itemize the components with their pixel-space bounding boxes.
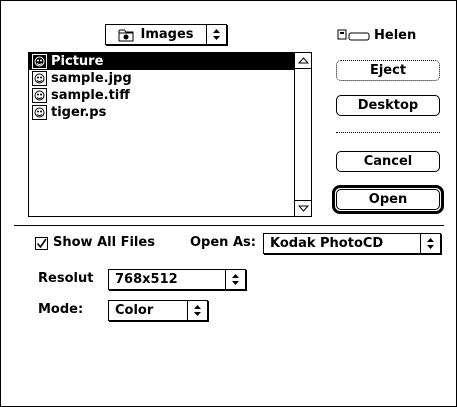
resolution-value: 768x512	[115, 272, 178, 287]
checkmark-icon	[36, 238, 47, 249]
resolution-label: Resolut	[38, 271, 94, 286]
open-as-value: Kodak PhotoCD	[270, 236, 384, 251]
mode-value: Color	[115, 303, 154, 318]
eject-button[interactable]: Eject	[336, 60, 440, 81]
resolution-popup[interactable]: 768x512	[108, 269, 246, 290]
picture-file-icon	[32, 105, 47, 120]
file-name: sample.jpg	[51, 71, 132, 86]
picture-file-icon	[32, 88, 47, 103]
picture-file-icon	[32, 54, 47, 69]
up-down-arrows-icon	[420, 234, 440, 253]
open-button[interactable]: Open	[336, 189, 440, 210]
file-list-items: Picture sample.jpg sample.tiff tiger.ps	[29, 53, 294, 216]
scroll-up-arrow-icon[interactable]	[295, 53, 311, 69]
file-list-item[interactable]: tiger.ps	[29, 104, 294, 121]
mode-label: Mode:	[38, 302, 84, 317]
up-down-arrows-icon	[225, 270, 245, 289]
options-separator	[14, 225, 444, 226]
folder-icon	[118, 29, 134, 41]
mode-popup[interactable]: Color	[108, 300, 208, 321]
file-name: Picture	[51, 54, 104, 69]
file-list-scrollbar[interactable]	[294, 53, 311, 216]
open-as-popup[interactable]: Kodak PhotoCD	[263, 233, 441, 254]
eject-label: Eject	[369, 63, 407, 78]
up-down-arrows-icon	[187, 301, 207, 320]
picture-file-icon	[32, 71, 47, 86]
desktop-button[interactable]: Desktop	[336, 95, 440, 116]
file-name: sample.tiff	[51, 88, 130, 103]
cancel-label: Cancel	[363, 154, 413, 169]
open-as-label: Open As:	[190, 235, 256, 250]
up-down-arrows-icon	[206, 25, 226, 44]
desktop-label: Desktop	[357, 98, 419, 113]
show-all-files-checkbox[interactable]	[35, 237, 48, 250]
scroll-down-arrow-icon[interactable]	[295, 200, 311, 216]
button-separator	[336, 132, 440, 133]
file-list[interactable]: Picture sample.jpg sample.tiff tiger.ps	[28, 52, 312, 217]
open-label: Open	[368, 192, 408, 207]
volume-name: Helen	[374, 28, 417, 43]
volume-indicator: Helen	[337, 28, 416, 43]
file-list-item[interactable]: sample.jpg	[29, 70, 294, 87]
disk-drive-icon	[337, 29, 370, 40]
cancel-button[interactable]: Cancel	[336, 151, 440, 172]
folder-popup[interactable]: Images	[105, 24, 227, 45]
show-all-files-label[interactable]: Show All Files	[53, 235, 155, 250]
open-file-dialog: Images Helen Picture sample.jpg sample.tif…	[0, 0, 457, 407]
file-list-item[interactable]: Picture	[29, 53, 294, 70]
file-name: tiger.ps	[51, 105, 107, 120]
folder-name: Images	[140, 27, 194, 42]
file-list-item[interactable]: sample.tiff	[29, 87, 294, 104]
